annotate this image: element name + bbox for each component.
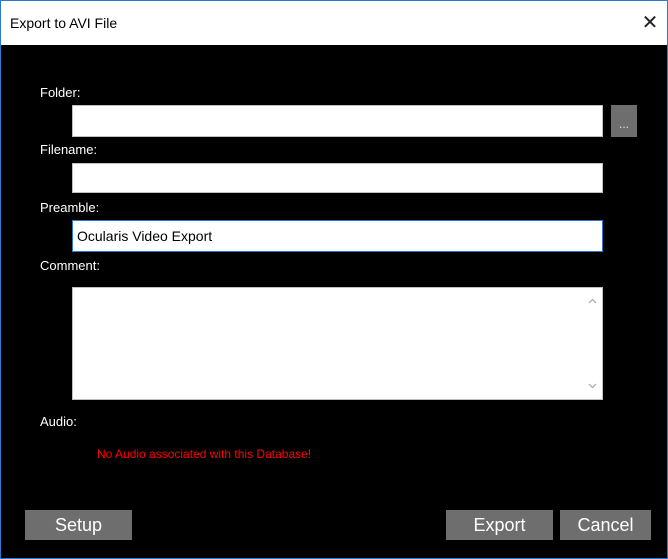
- audio-error-message: No Audio associated with this Database!: [97, 447, 312, 461]
- preamble-input[interactable]: [72, 220, 603, 252]
- audio-label: Audio:: [40, 414, 77, 429]
- chevron-up-icon[interactable]: [588, 297, 597, 306]
- window-title: Export to AVI File: [10, 15, 118, 31]
- chevron-down-icon[interactable]: [588, 381, 597, 390]
- filename-input[interactable]: [72, 163, 603, 193]
- browse-folder-button[interactable]: ...: [611, 105, 637, 137]
- setup-button[interactable]: Setup: [25, 510, 132, 540]
- folder-label: Folder:: [40, 85, 81, 100]
- close-icon[interactable]: ✕: [639, 11, 661, 34]
- preamble-label: Preamble:: [40, 200, 100, 215]
- comment-label: Comment:: [40, 258, 100, 273]
- export-button[interactable]: Export: [446, 510, 553, 540]
- folder-input[interactable]: [72, 105, 603, 137]
- filename-label: Filename:: [40, 142, 98, 157]
- comment-scrollbar[interactable]: [584, 289, 601, 398]
- title-bar: Export to AVI File ✕: [0, 0, 668, 45]
- comment-textarea[interactable]: [72, 287, 603, 400]
- cancel-button[interactable]: Cancel: [560, 510, 651, 540]
